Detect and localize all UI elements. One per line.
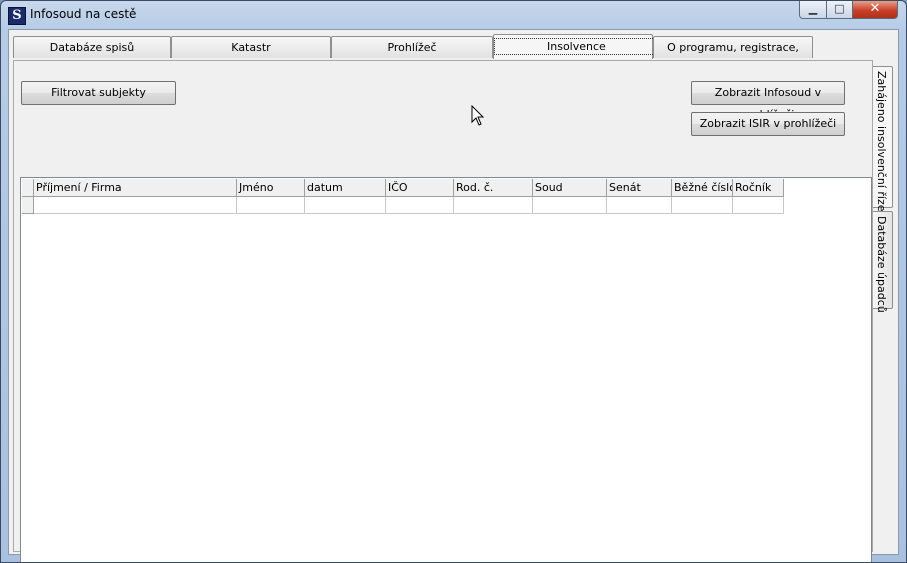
show-isir-button[interactable]: Zobrazit ISIR v prohlížeči xyxy=(691,112,845,136)
title-bar[interactable]: S Infosoud na cestě ▁ □ ✕ xyxy=(1,1,906,29)
filter-subjects-button[interactable]: Filtrovat subjekty xyxy=(21,81,176,105)
side-tab-zahajeno[interactable]: Zahájeno insolvenční řízení xyxy=(873,66,893,222)
maximize-button[interactable]: □ xyxy=(826,1,853,19)
tab-label: Prohlížeč xyxy=(387,41,437,54)
insolvence-panel: Filtrovat subjekty Zobrazit Infosoud v p… xyxy=(13,60,873,562)
tab-databaze-spisu[interactable]: Databáze spisů xyxy=(13,36,171,58)
grid-cell[interactable] xyxy=(34,197,237,214)
column-header-soud[interactable]: Soud xyxy=(533,179,607,197)
grid-cell[interactable] xyxy=(607,197,672,214)
grid-cell[interactable] xyxy=(386,197,454,214)
tab-o-programu[interactable]: O programu, registrace, import xyxy=(653,36,813,75)
main-tab-strip: Databáze spisů Katastr Prohlížeč Insolve… xyxy=(9,34,898,75)
tab-label: Insolvence xyxy=(494,38,659,55)
column-header-ico[interactable]: IČO xyxy=(386,179,454,197)
row-selector[interactable] xyxy=(22,197,34,214)
column-header-prijmeni[interactable]: Příjmení / Firma xyxy=(34,179,237,197)
side-tab-databaze-upadcu[interactable]: Databáze úpadců xyxy=(873,211,893,313)
window-title: Infosoud na cestě xyxy=(30,7,137,21)
tab-katastr[interactable]: Katastr xyxy=(171,36,331,58)
grid-cell[interactable] xyxy=(733,197,784,214)
mouse-cursor-icon xyxy=(471,105,485,126)
maximize-icon: □ xyxy=(834,2,845,15)
app-logo-icon: S xyxy=(8,7,26,25)
grid-cell[interactable] xyxy=(533,197,607,214)
side-tab-label: Databáze úpadců xyxy=(875,216,888,313)
show-infosoud-button[interactable]: Zobrazit Infosoud v prohlížeči xyxy=(691,81,845,121)
column-header-rodne-cislo[interactable]: Rod. č. xyxy=(454,179,533,197)
column-header-jmeno[interactable]: Jméno xyxy=(237,179,305,197)
tab-insolvence[interactable]: Insolvence xyxy=(493,34,659,59)
grid-cell[interactable] xyxy=(237,197,305,214)
grid-cell[interactable] xyxy=(305,197,386,214)
client-area: Databáze spisů Katastr Prohlížeč Insolve… xyxy=(8,29,899,562)
tab-label: Databáze spisů xyxy=(49,41,135,54)
column-header-datum[interactable]: datum xyxy=(305,179,386,197)
close-icon: ✕ xyxy=(869,1,881,16)
column-header-bezne-cislo[interactable]: Běžné číslo xyxy=(672,179,733,197)
minimize-icon: ▁ xyxy=(808,2,818,15)
subjects-grid[interactable]: Příjmení / Firma Jméno datum IČO Rod. č.… xyxy=(20,177,872,562)
grid-cell[interactable] xyxy=(672,197,733,214)
close-button[interactable]: ✕ xyxy=(852,1,898,19)
side-tab-label: Zahájeno insolvenční řízení xyxy=(875,71,888,222)
app-window: S Infosoud na cestě ▁ □ ✕ Databáze spisů… xyxy=(0,0,907,563)
column-header-rocnik[interactable]: Ročník xyxy=(733,179,784,197)
tab-prohlizec[interactable]: Prohlížeč xyxy=(331,36,493,58)
column-header-senat[interactable]: Senát xyxy=(607,179,672,197)
tab-label: Katastr xyxy=(231,41,271,54)
grid-corner xyxy=(22,179,34,197)
grid-cell[interactable] xyxy=(454,197,533,214)
minimize-button[interactable]: ▁ xyxy=(799,1,827,19)
